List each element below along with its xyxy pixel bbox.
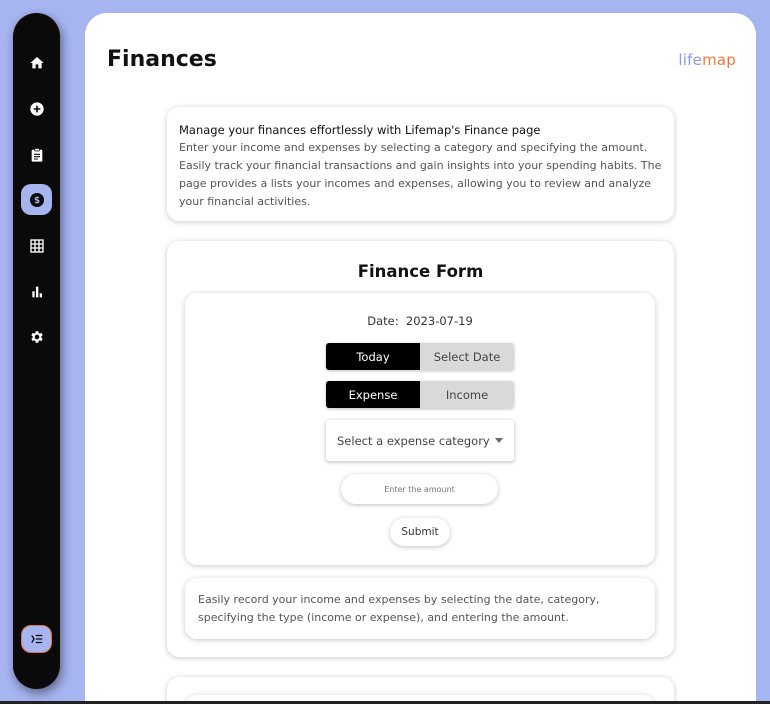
dollar-icon: $ xyxy=(29,192,44,207)
main-panel: Finances lifemap Manage your finances ef… xyxy=(85,13,756,704)
finance-form-card: Finance Form Date: 2023-07-19 Today Sele… xyxy=(167,241,674,657)
date-value: 2023-07-19 xyxy=(405,314,473,328)
amount-input[interactable] xyxy=(341,474,498,504)
chevron-down-icon xyxy=(495,438,503,443)
date-display: Date: 2023-07-19 xyxy=(185,314,655,328)
svg-text:$: $ xyxy=(33,196,39,206)
type-toggle: Expense Income xyxy=(326,381,514,408)
submit-button[interactable]: Submit xyxy=(390,518,450,546)
sidebar-item-calendar[interactable] xyxy=(21,230,52,261)
today-option[interactable]: Today xyxy=(326,343,420,370)
collapse-menu-icon xyxy=(30,634,42,644)
sidebar-item-finances[interactable]: $ xyxy=(21,184,52,215)
gear-icon xyxy=(30,330,43,343)
category-select-label: Select a expense category xyxy=(337,433,490,448)
sidebar-item-home[interactable] xyxy=(21,47,52,78)
date-toggle: Today Select Date xyxy=(326,343,514,370)
page-title: Finances xyxy=(107,47,217,72)
finance-form: Date: 2023-07-19 Today Select Date Expen… xyxy=(185,293,655,565)
home-icon xyxy=(29,56,44,68)
category-select[interactable]: Select a expense category xyxy=(326,420,514,461)
income-option[interactable]: Income xyxy=(420,381,514,408)
add-circle-icon xyxy=(29,101,44,116)
logo: lifemap xyxy=(678,51,736,69)
grid-icon xyxy=(29,238,44,253)
date-label: Date: xyxy=(367,314,399,328)
sidebar-item-stats[interactable] xyxy=(21,276,52,307)
form-title: Finance Form xyxy=(357,262,484,281)
form-note: Easily record your income and expenses b… xyxy=(185,578,655,639)
intro-heading: Manage your finances effortlessly with L… xyxy=(179,123,541,137)
intro-text: Enter your income and expenses by select… xyxy=(179,141,662,208)
intro-card: Manage your finances effortlessly with L… xyxy=(167,107,674,221)
sidebar-item-settings[interactable] xyxy=(21,321,52,352)
expense-option[interactable]: Expense xyxy=(326,381,420,408)
clipboard-icon xyxy=(31,147,42,162)
bar-chart-icon xyxy=(31,286,42,297)
sidebar: $ xyxy=(13,13,60,689)
sidebar-item-tasks[interactable] xyxy=(21,139,52,170)
sidebar-item-add[interactable] xyxy=(21,93,52,124)
transactions-card xyxy=(167,677,674,704)
select-date-option[interactable]: Select Date xyxy=(420,343,514,370)
collapse-menu-button[interactable] xyxy=(21,625,52,653)
